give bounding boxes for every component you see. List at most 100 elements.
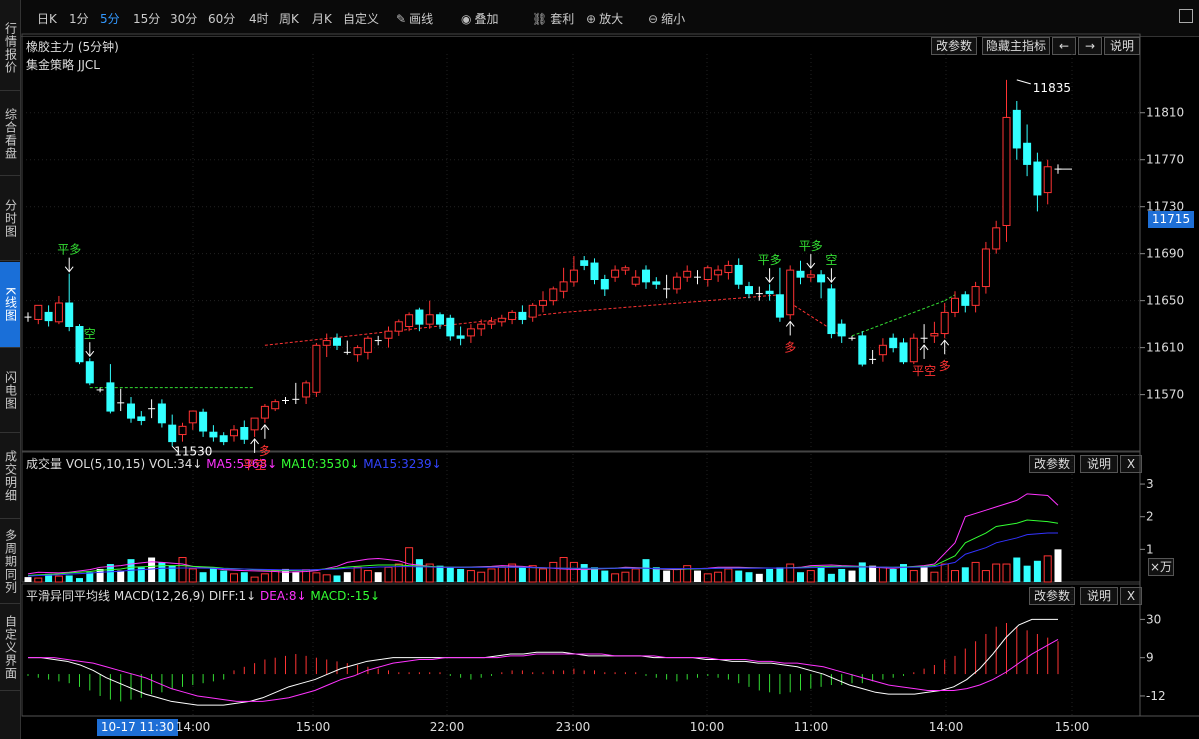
- volume-bar: [909, 570, 918, 583]
- volume-axis-label: 3: [1146, 477, 1154, 491]
- signal-label: 平多: [758, 253, 782, 267]
- volume-bar: [776, 567, 784, 582]
- candle-body: [786, 269, 795, 316]
- volume-axis-label: 2: [1146, 510, 1154, 524]
- candle-body: [930, 333, 939, 337]
- volume-bar: [838, 568, 846, 582]
- candle-body: [549, 288, 558, 302]
- candle-body: [1043, 166, 1052, 194]
- volume-bar: [694, 570, 701, 582]
- volume-bar: [363, 570, 372, 583]
- strategy-line: [563, 294, 780, 313]
- candle-body: [600, 279, 609, 290]
- candle-body: [75, 325, 84, 363]
- time-axis-label: 15:00: [1055, 720, 1090, 734]
- candle-body: [44, 311, 53, 322]
- volume-bar: [858, 562, 866, 582]
- volume-bar: [663, 570, 671, 582]
- candle-body: [209, 431, 218, 438]
- time-axis-label: 15:00: [296, 720, 331, 734]
- candle-body: [714, 269, 723, 276]
- candle-body: [230, 429, 238, 437]
- signal-label: 空: [825, 253, 837, 267]
- volume-bar: [260, 573, 269, 583]
- candle-body: [508, 311, 517, 320]
- signal-label: 平多: [799, 239, 823, 253]
- time-axis-label: 11:00: [794, 720, 829, 734]
- volume-bar: [631, 568, 640, 583]
- candle-body: [199, 411, 208, 432]
- candle-body: [569, 269, 578, 283]
- volume-bar: [250, 576, 259, 583]
- volume-bar: [797, 572, 804, 582]
- candle-body: [250, 417, 259, 431]
- candle-body: [899, 342, 908, 363]
- volume-bar: [1013, 557, 1021, 582]
- volume-bar: [374, 572, 382, 582]
- volume-bar: [65, 575, 73, 582]
- candle-body: [745, 286, 753, 295]
- candle-body: [528, 304, 537, 318]
- volume-bar: [961, 567, 969, 582]
- candle-body: [425, 314, 434, 325]
- candle-body: [456, 335, 465, 339]
- time-axis-label: 23:00: [556, 720, 591, 734]
- candle-body: [497, 317, 506, 323]
- signal-label: 多: [259, 444, 271, 458]
- candle-body: [466, 328, 475, 337]
- volume-bar: [889, 568, 897, 582]
- volume-bar: [466, 570, 475, 583]
- candle-body: [951, 297, 959, 313]
- kline-chart-svg[interactable]: 14:00 15:00 22:00 23:00 10:00 11:00 14:00 15:00…: [0, 0, 1199, 739]
- volume-bar: [878, 566, 887, 583]
- volume-bar: [539, 568, 547, 583]
- volume-bar: [333, 575, 341, 582]
- volume-bar: [415, 559, 423, 582]
- volume-bar: [271, 570, 280, 583]
- candle-body: [672, 276, 681, 290]
- candle-body: [240, 427, 249, 440]
- candle-body: [683, 270, 692, 278]
- candle-body: [765, 290, 774, 295]
- candle-body: [322, 340, 331, 346]
- volume-bar: [806, 570, 815, 583]
- price-axis-label: 11770: [1146, 153, 1184, 167]
- volume-bar: [209, 567, 217, 582]
- volume-bar: [714, 571, 723, 583]
- candle-body: [353, 347, 362, 356]
- price-axis-label: 11730: [1146, 200, 1184, 214]
- candle-body: [1012, 109, 1021, 149]
- volume-bar: [353, 566, 362, 583]
- candle-body: [188, 410, 197, 424]
- volume-bar: [971, 561, 980, 583]
- time-axis-label: 14:00: [929, 720, 964, 734]
- volume-bar: [457, 568, 465, 582]
- volume-bar: [292, 572, 300, 582]
- candle-body: [703, 267, 712, 281]
- high-price-label: 11835: [1033, 81, 1071, 95]
- volume-bar: [1033, 560, 1041, 582]
- candle-body: [446, 317, 455, 337]
- candle-body: [961, 294, 970, 306]
- candle-body: [909, 337, 918, 363]
- candle-body: [157, 403, 166, 424]
- signal-label: 空: [84, 327, 96, 341]
- volume-bar: [601, 570, 609, 582]
- candle-body: [127, 403, 135, 419]
- candle-body: [837, 323, 846, 337]
- candle-body: [219, 435, 228, 443]
- candle-body: [992, 227, 1001, 250]
- volume-bar: [497, 566, 506, 583]
- volume-bar: [559, 557, 568, 583]
- candle-body: [1033, 161, 1042, 196]
- candle-body: [405, 314, 414, 327]
- high-marker: [1016, 79, 1031, 85]
- volume-bar: [848, 570, 856, 582]
- candle-body: [54, 302, 63, 323]
- candle-body: [363, 337, 372, 353]
- volume-bar: [518, 567, 526, 582]
- volume-bar: [220, 570, 228, 582]
- volume-bar: [642, 559, 650, 582]
- candle-body: [724, 264, 733, 273]
- price-axis-label: 11570: [1146, 388, 1184, 402]
